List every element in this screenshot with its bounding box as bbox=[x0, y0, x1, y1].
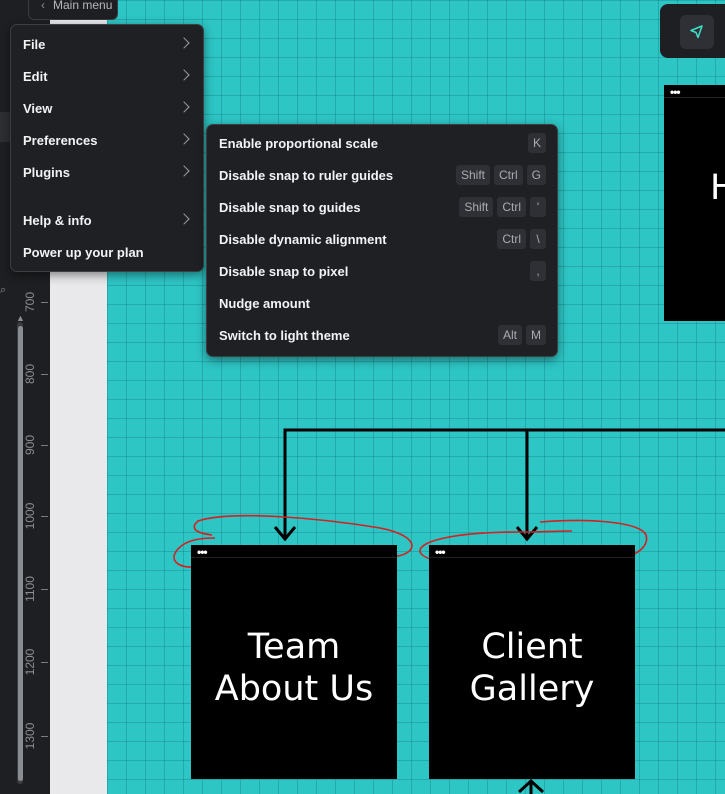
frame-header-bar bbox=[191, 545, 397, 558]
frame-title-line1: Client bbox=[481, 627, 583, 667]
shortcut-key: Ctrl bbox=[497, 197, 526, 217]
pointer-tool-button[interactable] bbox=[680, 15, 714, 49]
shortcut-key: Alt bbox=[497, 325, 522, 345]
menu-item-label: View bbox=[23, 100, 53, 116]
vertical-scrollbar-thumb[interactable] bbox=[18, 326, 23, 781]
chevron-right-icon bbox=[178, 133, 190, 145]
ruler-tick bbox=[41, 589, 48, 590]
shortcut-key: Ctrl bbox=[493, 165, 523, 185]
chevron-right-icon bbox=[178, 101, 190, 113]
submenu-item-label: Switch to light theme bbox=[219, 327, 350, 343]
shortcut-key: Ctrl bbox=[497, 229, 526, 249]
frame-title-line2: About Us bbox=[214, 669, 374, 709]
submenu-item-label: Nudge amount bbox=[219, 295, 310, 311]
shortcut-key: G bbox=[526, 165, 546, 185]
shortcut-keys: K bbox=[527, 133, 546, 153]
submenu-item-label: Disable snap to guides bbox=[219, 199, 361, 215]
frame-team-about-us[interactable]: ••• Team About Us bbox=[191, 545, 397, 779]
shortcut-keys: Shift Ctrl G bbox=[455, 165, 546, 185]
shortcut-keys: Ctrl \ bbox=[497, 229, 546, 249]
search-icon[interactable]: ⌕ bbox=[0, 284, 10, 298]
main-menu: File Edit View Preferences Plugins Help … bbox=[10, 24, 204, 272]
ruler-label: 700 bbox=[23, 291, 37, 313]
frame-title-line2: Gallery bbox=[469, 669, 595, 709]
frame-options-icon[interactable]: ••• bbox=[435, 546, 446, 558]
ruler-tick bbox=[41, 374, 48, 375]
ruler-tick bbox=[41, 302, 48, 303]
ruler-tick bbox=[41, 516, 48, 517]
chevron-right-icon bbox=[178, 213, 190, 225]
shortcut-key: Shift bbox=[455, 165, 490, 185]
menu-item-label: Plugins bbox=[23, 164, 70, 180]
frame-title: H bbox=[710, 168, 725, 208]
chevron-right-icon bbox=[178, 165, 190, 177]
pointer-icon bbox=[690, 25, 703, 39]
submenu-item-label: Disable snap to ruler guides bbox=[219, 167, 394, 183]
shortcut-keys: Shift Ctrl ' bbox=[459, 197, 546, 217]
menu-item-power-up-plan[interactable]: Power up your plan bbox=[11, 236, 203, 268]
shortcut-key: , bbox=[530, 261, 546, 281]
ruler-label: 1000 bbox=[23, 502, 37, 530]
preferences-submenu: Enable proportional scale K Disable snap t… bbox=[206, 124, 558, 357]
menu-item-help-info[interactable]: Help & info bbox=[11, 204, 203, 236]
shortcut-key: ' bbox=[530, 197, 546, 217]
ruler-tick bbox=[41, 662, 48, 663]
shortcut-keys: Alt M bbox=[497, 325, 546, 345]
menu-item-label: Preferences bbox=[23, 132, 98, 148]
menu-item-label: File bbox=[23, 36, 46, 52]
menu-item-label: Help & info bbox=[23, 212, 92, 228]
chevron-left-icon: ‹ bbox=[41, 0, 45, 12]
frame-client-gallery[interactable]: ••• Client Gallery bbox=[429, 545, 635, 779]
frame-home[interactable]: ••• H bbox=[664, 85, 725, 321]
main-menu-label: Main menu bbox=[53, 0, 113, 12]
shortcut-keys: , bbox=[530, 261, 546, 281]
menu-item-label: Power up your plan bbox=[23, 244, 144, 260]
chevron-right-icon bbox=[178, 69, 190, 81]
ruler-label: 1200 bbox=[23, 648, 37, 676]
shortcut-key: M bbox=[526, 325, 546, 345]
shortcut-key: K bbox=[527, 133, 546, 153]
frame-options-icon[interactable]: ••• bbox=[197, 546, 208, 558]
submenu-item-label: Enable proportional scale bbox=[219, 135, 378, 151]
frame-header-bar bbox=[429, 545, 635, 558]
submenu-item[interactable]: Disable snap to guides Shift Ctrl ' bbox=[207, 191, 557, 223]
submenu-item-label: Disable snap to pixel bbox=[219, 263, 349, 279]
submenu-item[interactable]: Disable snap to pixel, bbox=[207, 255, 557, 287]
shortcut-key: \ bbox=[530, 229, 546, 249]
ruler-label: 800 bbox=[23, 363, 37, 385]
ruler-label: 1300 bbox=[23, 722, 37, 750]
menu-item-preferences[interactable]: Preferences bbox=[11, 124, 203, 156]
frame-title-line1: Team bbox=[247, 627, 341, 667]
submenu-item[interactable]: Disable snap to ruler guides Shift Ctrl G bbox=[207, 159, 557, 191]
ruler-tick bbox=[41, 736, 48, 737]
frame-options-icon[interactable]: ••• bbox=[670, 86, 681, 98]
menu-item-edit[interactable]: Edit bbox=[11, 60, 203, 92]
submenu-item[interactable]: Nudge amount bbox=[207, 287, 557, 319]
ruler-label: 900 bbox=[23, 434, 37, 456]
submenu-item[interactable]: Switch to light theme Alt M bbox=[207, 319, 557, 351]
menu-item-file[interactable]: File bbox=[11, 28, 203, 60]
submenu-item[interactable]: Disable dynamic alignment Ctrl \ bbox=[207, 223, 557, 255]
submenu-item-label: Disable dynamic alignment bbox=[219, 231, 387, 247]
ruler-label: 1100 bbox=[23, 576, 37, 602]
menu-item-view[interactable]: View bbox=[11, 92, 203, 124]
submenu-item[interactable]: Enable proportional scale K bbox=[207, 127, 557, 159]
ruler-tick bbox=[41, 445, 48, 446]
chevron-right-icon bbox=[178, 37, 190, 49]
shortcut-key: Shift bbox=[459, 197, 494, 217]
main-menu-button[interactable]: ‹ Main menu bbox=[28, 0, 118, 20]
menu-item-plugins[interactable]: Plugins bbox=[11, 156, 203, 188]
menu-item-label: Edit bbox=[23, 68, 48, 84]
